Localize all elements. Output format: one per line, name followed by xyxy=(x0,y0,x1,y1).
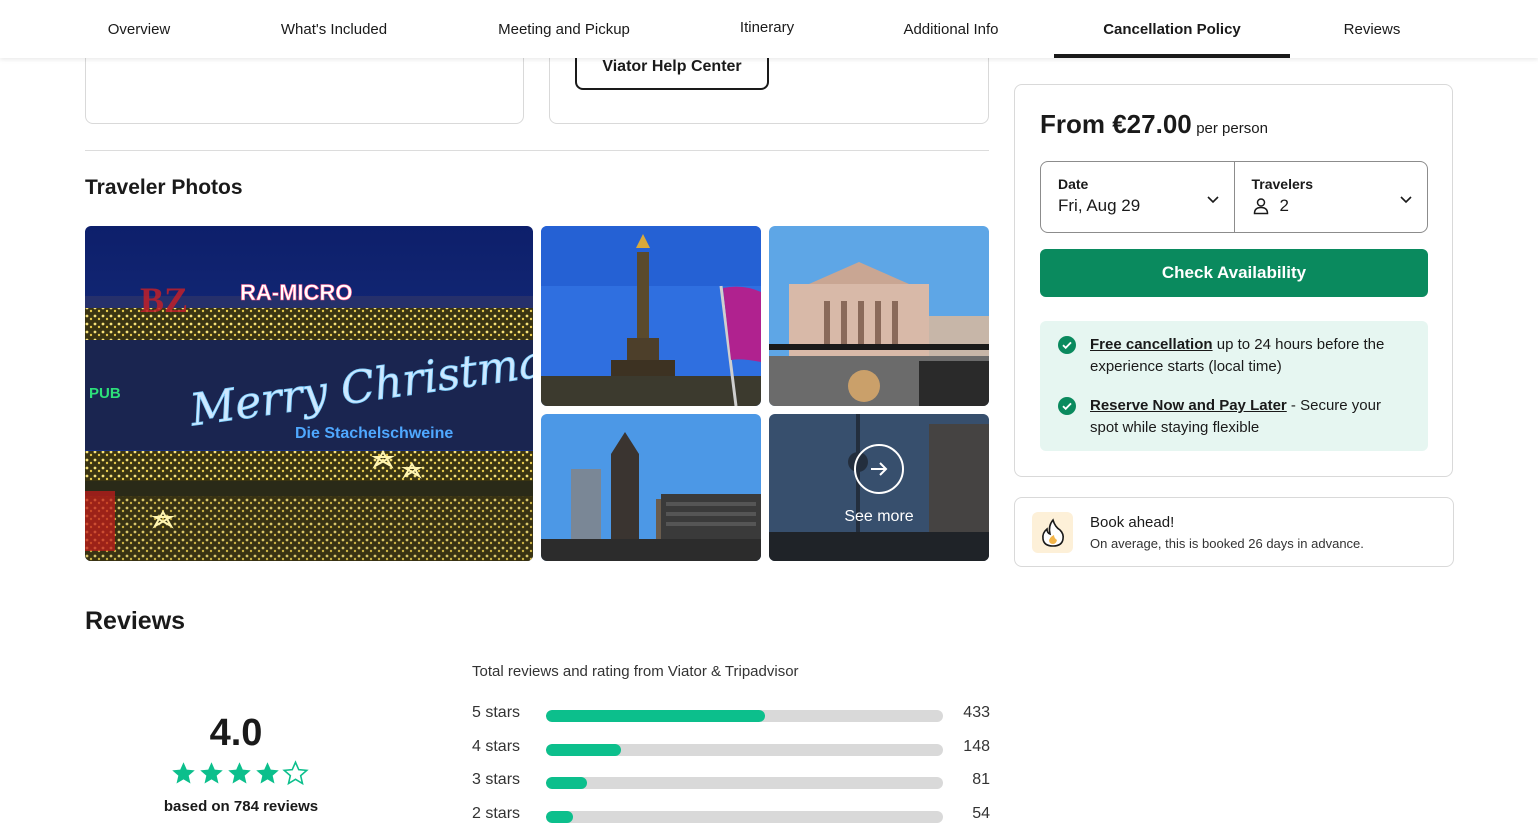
booking-selectors: Date Fri, Aug 29 Travelers 2 xyxy=(1040,161,1428,233)
photo-historic-building[interactable] xyxy=(769,226,989,406)
fire-icon xyxy=(1032,512,1073,553)
rating-row-5[interactable]: 5 stars 433 xyxy=(472,704,990,726)
photo-victory-column[interactable] xyxy=(541,226,761,406)
reviews-source-label: Total reviews and rating from Viator & T… xyxy=(472,663,799,680)
person-icon xyxy=(1253,198,1268,215)
tab-cancellation-policy[interactable]: Cancellation Policy xyxy=(1054,0,1290,58)
price-amount: From €27.00 xyxy=(1040,109,1192,139)
rating-stars xyxy=(170,760,309,787)
travelers-selector[interactable]: Travelers 2 xyxy=(1233,162,1428,232)
rating-row-label: 5 stars xyxy=(472,704,521,721)
review-score: 4.0 xyxy=(209,712,263,754)
date-selector[interactable]: Date Fri, Aug 29 xyxy=(1041,162,1234,232)
review-count-label: based on 784 reviews xyxy=(163,798,319,815)
tab-itinerary[interactable]: Itinerary xyxy=(728,0,806,56)
price-label: From €27.00 per person xyxy=(1040,109,1268,140)
chevron-down-icon xyxy=(1206,196,1219,204)
price-unit: per person xyxy=(1196,120,1268,137)
free-cancellation-link[interactable]: Free cancellation xyxy=(1090,336,1213,353)
rating-row-count: 433 xyxy=(963,704,990,721)
booking-perks: Free cancellation up to 24 hours before … xyxy=(1040,321,1428,451)
tab-additional-info[interactable]: Additional Info xyxy=(893,0,1009,58)
svg-text:BZ: BZ xyxy=(140,280,188,320)
check-circle-icon xyxy=(1058,397,1076,415)
photo-christmas-image: RA-MICRO BZ Merry Christmas Die Stachels… xyxy=(85,226,533,561)
date-selector-value: Fri, Aug 29 xyxy=(1058,196,1141,215)
section-divider xyxy=(85,150,989,151)
rating-row-count: 54 xyxy=(972,805,990,822)
rating-row-label: 3 stars xyxy=(472,771,521,788)
star-filled-icon xyxy=(256,762,279,784)
arrow-right-icon xyxy=(854,444,904,494)
star-filled-icon xyxy=(172,762,195,784)
rating-row-3[interactable]: 3 stars 81 xyxy=(472,771,990,793)
perk-free-cancellation: Free cancellation up to 24 hours before … xyxy=(1058,334,1408,378)
see-more-label: See more xyxy=(844,508,914,525)
photo-memorial-church[interactable] xyxy=(541,414,761,561)
star-empty-icon xyxy=(282,760,309,786)
photo-sign-sub: Die Stachelschweine xyxy=(295,425,453,442)
book-ahead-title: Book ahead! xyxy=(1090,514,1175,531)
reserve-now-pay-later-link[interactable]: Reserve Now and Pay Later xyxy=(1090,397,1287,414)
star-filled-icon xyxy=(228,762,251,784)
photo-see-more[interactable]: See more xyxy=(769,414,989,561)
tab-whats-included[interactable]: What's Included xyxy=(270,0,398,58)
tab-reviews[interactable]: Reviews xyxy=(1332,0,1412,58)
rating-bar xyxy=(546,777,943,789)
photo-victory-column-image xyxy=(541,226,761,406)
rating-row-count: 148 xyxy=(963,738,990,755)
photo-sign-top: RA-MICRO xyxy=(240,280,352,305)
rating-row-label: 4 stars xyxy=(472,738,521,755)
chevron-down-icon xyxy=(1400,196,1412,204)
book-ahead-card: Book ahead! On average, this is booked 2… xyxy=(1014,497,1454,567)
rating-row-label: 2 stars xyxy=(472,805,521,822)
check-circle-icon xyxy=(1058,336,1076,354)
travelers-selector-value: 2 xyxy=(1279,196,1289,215)
rating-bar xyxy=(546,811,943,823)
date-selector-title: Date xyxy=(1058,176,1089,192)
check-availability-button[interactable]: Check Availability xyxy=(1040,249,1428,297)
travelers-selector-title: Travelers xyxy=(1251,176,1314,192)
photo-christmas-building[interactable]: RA-MICRO BZ Merry Christmas Die Stachels… xyxy=(85,226,533,561)
rating-row-count: 81 xyxy=(972,771,990,788)
reviews-title: Reviews xyxy=(85,607,186,635)
tab-meeting-and-pickup[interactable]: Meeting and Pickup xyxy=(490,0,638,58)
book-ahead-subtitle: On average, this is booked 26 days in ad… xyxy=(1090,536,1364,551)
perk-reserve-now: Reserve Now and Pay Later - Secure your … xyxy=(1058,395,1408,439)
booking-panel: From €27.00 per person Date Fri, Aug 29 … xyxy=(1014,84,1453,477)
rating-bar xyxy=(546,710,943,722)
photo-historic-building-image xyxy=(769,226,989,406)
rating-row-2[interactable]: 2 stars 54 xyxy=(472,805,990,827)
svg-text:PUB: PUB xyxy=(89,385,121,402)
photo-memorial-church-image xyxy=(541,414,761,561)
rating-bar xyxy=(546,744,943,756)
star-filled-icon xyxy=(200,762,223,784)
tab-overview[interactable]: Overview xyxy=(95,0,183,58)
traveler-photos-title: Traveler Photos xyxy=(85,176,243,199)
rating-row-4[interactable]: 4 stars 148 xyxy=(472,738,990,760)
section-nav: Overview What's Included Meeting and Pic… xyxy=(0,0,1538,58)
